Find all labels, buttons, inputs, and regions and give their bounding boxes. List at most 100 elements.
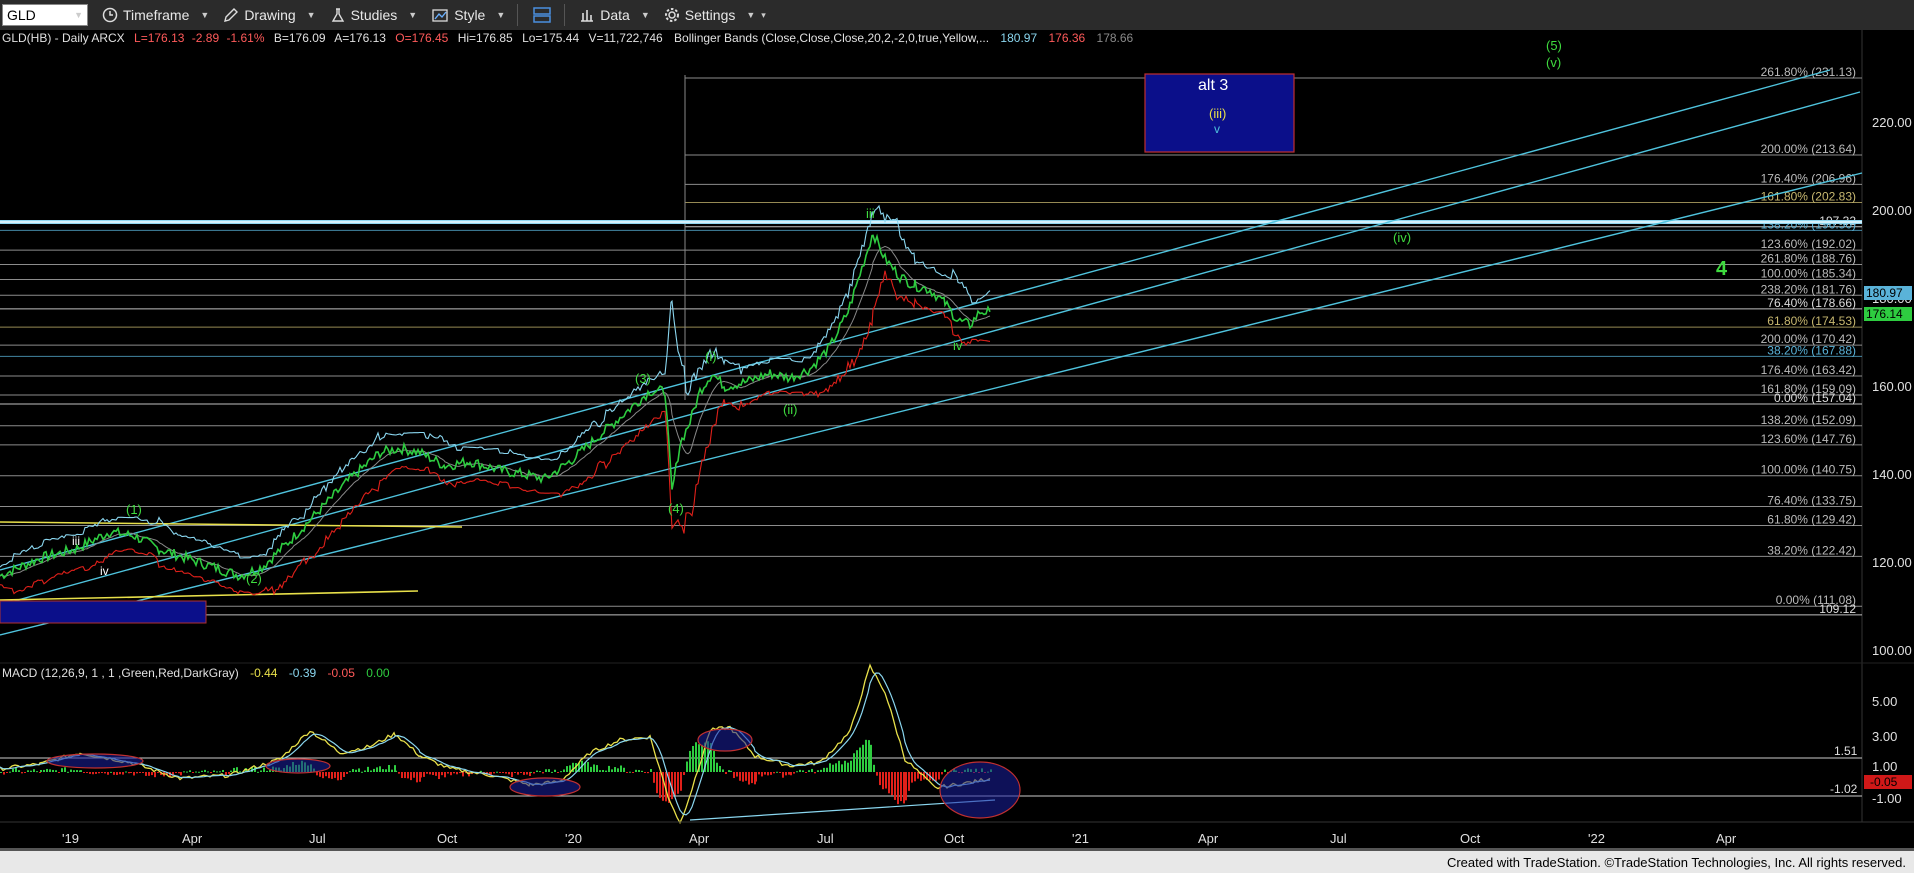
macd-hist-bar — [644, 772, 646, 773]
macd-hist-bar — [638, 770, 640, 772]
data-button[interactable]: Data ▼ — [579, 7, 650, 23]
macd-value-1: -0.44 — [250, 666, 278, 680]
macd-hist-bar — [183, 771, 185, 773]
chevron-down-icon: ▼ — [200, 10, 210, 20]
macd-hist-bar — [551, 771, 553, 773]
symbol-input[interactable]: GLD ▼ — [2, 4, 88, 26]
macd-hist-bar — [656, 772, 658, 794]
macd-hist-bar — [151, 772, 153, 776]
macd-hist-bar — [674, 772, 676, 796]
chevron-down-icon: ▼ — [408, 10, 418, 20]
macd-hist-bar — [599, 770, 601, 772]
macd-label: MACD (12,26,9, 1 , 1 ,Green,Red,DarkGray… — [2, 666, 239, 680]
macd-hist-bar — [788, 772, 790, 775]
macd-upper-ref-label: 1.51 — [1834, 744, 1858, 758]
macd-hist-bar — [862, 744, 864, 772]
fib-label: 138.20% (196.50) — [1761, 217, 1856, 231]
macd-hist-bar — [853, 753, 855, 772]
macd-hist-bar — [64, 767, 66, 772]
chevron-down-icon[interactable]: ▼ — [74, 10, 83, 20]
macd-tick: -1.00 — [1872, 791, 1902, 806]
macd-current-badge-text: -0.05 — [1870, 775, 1898, 789]
toolbar-divider — [517, 4, 519, 26]
settings-button[interactable]: Settings ▼ — [664, 7, 756, 23]
macd-hist-bar — [557, 772, 559, 773]
macd-hist-bar — [142, 772, 144, 773]
macd-hist-bar — [879, 772, 881, 786]
macd-hist-bar — [935, 772, 937, 782]
macd-hist-bar — [596, 765, 598, 772]
toolbar-divider — [564, 4, 566, 26]
macd-hist-bar — [767, 772, 769, 776]
macd-hist-bar — [358, 768, 360, 772]
macd-value-3: -0.05 — [328, 666, 356, 680]
studies-button[interactable]: Studies ▼ — [330, 7, 418, 23]
alt3-label: alt 3 — [1198, 77, 1228, 94]
style-button[interactable]: Style ▼ — [431, 7, 505, 23]
macd-hist-bar — [346, 772, 348, 774]
macd-hist-bar — [435, 772, 437, 776]
macd-hist-bar — [331, 772, 333, 779]
macd-hist-bar — [27, 770, 29, 772]
macd-hist-bar — [257, 771, 259, 773]
chart-area[interactable]: GLD(HB) - Daily ARCX L=176.13 -2.89 -1.6… — [0, 30, 1914, 851]
alt3-iii-label: (iii) — [1209, 106, 1226, 121]
more-icon[interactable]: ▾ — [761, 10, 766, 21]
macd-hist-bar — [30, 770, 32, 772]
macd-hist-bar — [856, 750, 858, 772]
macd-hist-bar — [260, 770, 262, 772]
macd-hist-bar — [189, 770, 191, 772]
time-tick: '21 — [1072, 831, 1089, 846]
macd-hist-bar — [52, 769, 54, 772]
chevron-down-icon: ▼ — [746, 10, 756, 20]
macd-hist-bar — [677, 772, 679, 794]
macd-hist-bar — [548, 769, 550, 772]
macd-hist-bar — [195, 771, 197, 773]
macd-hist-bar — [6, 772, 8, 773]
macd-hist-bar — [228, 772, 230, 774]
macd-hist-bar — [626, 772, 628, 773]
macd-hist-bar — [322, 772, 324, 779]
target-box-low[interactable] — [0, 600, 207, 624]
macd-hist-bar — [98, 772, 100, 774]
macd-hist-bar — [641, 770, 643, 772]
macd-hist-bar — [808, 770, 810, 772]
macd-hist-bar — [213, 770, 215, 772]
macd-hist-bar — [659, 772, 661, 798]
macd-hist-bar — [80, 770, 82, 772]
macd-hist-bar — [530, 771, 532, 773]
time-tick: Jul — [817, 831, 834, 846]
last-price-badge-text: 176.14 — [1866, 307, 1903, 321]
macd-hist-bar — [811, 768, 813, 772]
fib-label: 261.80% (188.76) — [1761, 251, 1856, 265]
macd-hist-bar — [385, 769, 387, 772]
macd-hist-bar — [269, 770, 271, 772]
macd-hist-bar — [423, 772, 425, 777]
bb-upper-value: 180.97 — [1000, 31, 1037, 45]
price-tick: 140.00 — [1872, 467, 1912, 482]
macd-hist-bar — [33, 769, 35, 772]
macd-hist-bar — [511, 772, 513, 778]
drawing-button[interactable]: Drawing ▼ — [223, 7, 316, 23]
wave-4-target-label: 4 — [1716, 258, 1728, 280]
macd-hist-bar — [175, 772, 177, 773]
layout-button[interactable] — [532, 5, 552, 25]
macd-hist-bar — [536, 770, 538, 772]
macd-hist-bar — [15, 767, 17, 772]
macd-hist-bar — [438, 772, 440, 780]
timeframe-button[interactable]: Timeframe ▼ — [102, 7, 209, 23]
fib-label: 123.60% (147.76) — [1761, 432, 1856, 446]
macd-hist-bar — [113, 772, 115, 775]
macd-hist-bar — [533, 772, 535, 774]
fib-label: 176.40% (163.42) — [1761, 363, 1856, 377]
macd-hist-bar — [802, 770, 804, 772]
macd-tick: 1.00 — [1872, 759, 1897, 774]
wave-iv-target-label: (iv) — [1393, 230, 1411, 245]
macd-hist-bar — [914, 772, 916, 782]
macd-hist-bar — [316, 772, 318, 776]
macd-hist-bar — [695, 742, 697, 772]
macd-hist-bar — [319, 772, 321, 777]
macd-hist-bar — [566, 766, 568, 772]
macd-hist-bar — [239, 771, 241, 773]
macd-hist-bar — [444, 772, 446, 778]
